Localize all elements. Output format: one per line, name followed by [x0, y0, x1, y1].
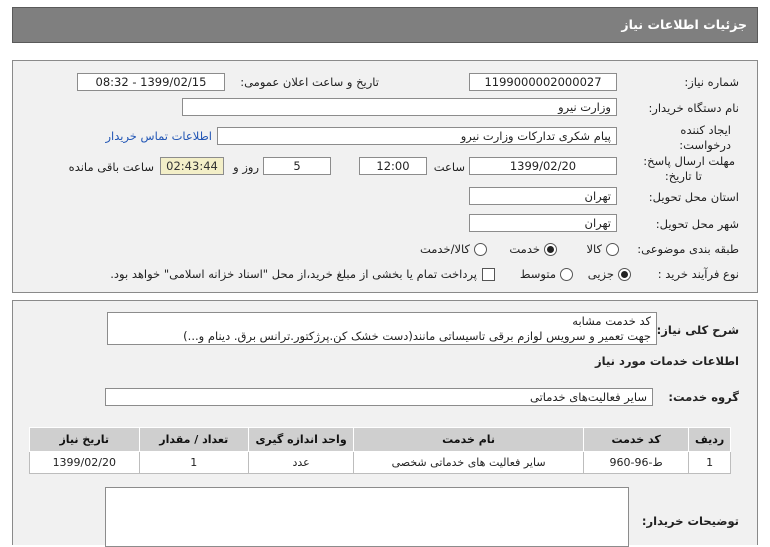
province-label: استان محل تحویل: [648, 190, 739, 204]
province-field: تهران [469, 187, 617, 205]
deadline-date-field: 1399/02/20 [469, 157, 617, 175]
category-radio-goods-service[interactable] [474, 243, 487, 256]
deadline-time-field: 12:00 [359, 157, 427, 175]
services-panel: شرح کلی نیاز: کد خدمت مشابه جهت تعمیر و … [12, 300, 758, 547]
process-type-label: نوع فرآیند خرید : [657, 267, 739, 281]
cell-need-date: 1399/02/20 [29, 451, 140, 474]
category-radio-goods[interactable] [606, 243, 619, 256]
category-option-goods-service: کالا/خدمت [419, 242, 470, 256]
remaining-time-field: 02:43:44 [160, 157, 224, 175]
category-option-service: خدمت [509, 242, 540, 256]
process-option-minor: جزیی [587, 267, 614, 281]
city-label: شهر محل تحویل: [655, 217, 739, 231]
announce-date-field: 1399/02/15 - 08:32 [77, 73, 225, 91]
city-field: تهران [469, 214, 617, 232]
services-table: ردیف کد خدمت نام خدمت واحد اندازه گیری ت… [29, 427, 731, 474]
days-field: 5 [263, 157, 331, 175]
process-radio-minor[interactable] [618, 268, 631, 281]
summary-field: کد خدمت مشابه جهت تعمیر و سرویس لوازم بر… [107, 312, 657, 345]
services-heading: اطلاعات خدمات مورد نیاز [595, 354, 739, 368]
remaining-time-label: ساعت باقی مانده [68, 160, 154, 174]
cell-row-number: 1 [688, 451, 731, 474]
buyer-name-label: نام دستگاه خریدار: [648, 101, 739, 115]
col-header-need-date: تاریخ نیاز [29, 427, 140, 452]
table-row: 1 ط-96-960 سایر فعالیت های خدماتی شخصی ع… [29, 451, 731, 474]
process-option-medium: متوسط [519, 267, 556, 281]
summary-line-2: جهت تعمیر و سرویس لوازم برقی تاسیساتی ما… [183, 329, 651, 343]
page-title: جزئیات اطلاعات نیاز [12, 7, 758, 43]
announce-date-label: تاریخ و ساعت اعلان عمومی: [240, 75, 379, 89]
service-group-field: سایر فعالیت‌های خدماتی [105, 388, 653, 406]
category-label: طبقه بندی موضوعی: [637, 242, 739, 256]
buyer-contact-link[interactable]: اطلاعات تماس خریدار [105, 129, 212, 143]
service-group-label: گروه خدمت: [668, 390, 739, 404]
cell-service-code: ط-96-960 [583, 451, 690, 474]
col-header-row-number: ردیف [688, 427, 731, 452]
process-radio-medium[interactable] [560, 268, 573, 281]
category-radio-service[interactable] [544, 243, 557, 256]
cell-unit: عدد [248, 451, 355, 474]
creator-label-line2: درخواست: [679, 138, 731, 152]
tender-details-panel: شماره نیاز: 1199000002000027 تاریخ و ساع… [12, 60, 758, 293]
buyer-notes-field [105, 487, 629, 547]
deadline-label-line1: مهلت ارسال پاسخ: [643, 154, 735, 168]
tender-number-field: 1199000002000027 [469, 73, 617, 91]
col-header-unit: واحد اندازه گیری [248, 427, 355, 452]
buyer-notes-label: توضیحات خریدار: [641, 514, 739, 528]
deadline-time-label: ساعت [433, 160, 465, 174]
summary-label: شرح کلی نیاز: [656, 323, 739, 337]
col-header-service-code: کد خدمت [583, 427, 690, 452]
treasury-checkbox[interactable] [482, 268, 495, 281]
category-option-goods: کالا [586, 242, 602, 256]
cell-quantity: 1 [138, 451, 250, 474]
table-header-row: ردیف کد خدمت نام خدمت واحد اندازه گیری ت… [29, 427, 731, 452]
col-header-quantity: تعداد / مقدار [138, 427, 250, 452]
cell-service-name: سایر فعالیت های خدماتی شخصی [353, 451, 585, 474]
summary-line-1: کد خدمت مشابه [572, 314, 651, 328]
tender-number-label: شماره نیاز: [684, 75, 739, 89]
days-label: روز و [233, 160, 259, 174]
buyer-name-field: وزارت نیرو [182, 98, 617, 116]
treasury-text: پرداخت تمام یا بخشی از مبلغ خرید،از محل … [110, 267, 477, 281]
creator-field: پیام شکری تدارکات وزارت نیرو [217, 127, 617, 145]
col-header-service-name: نام خدمت [353, 427, 585, 452]
creator-label-line1: ایجاد کننده [680, 123, 731, 137]
deadline-label-line2: تا تاریخ: [664, 169, 702, 183]
